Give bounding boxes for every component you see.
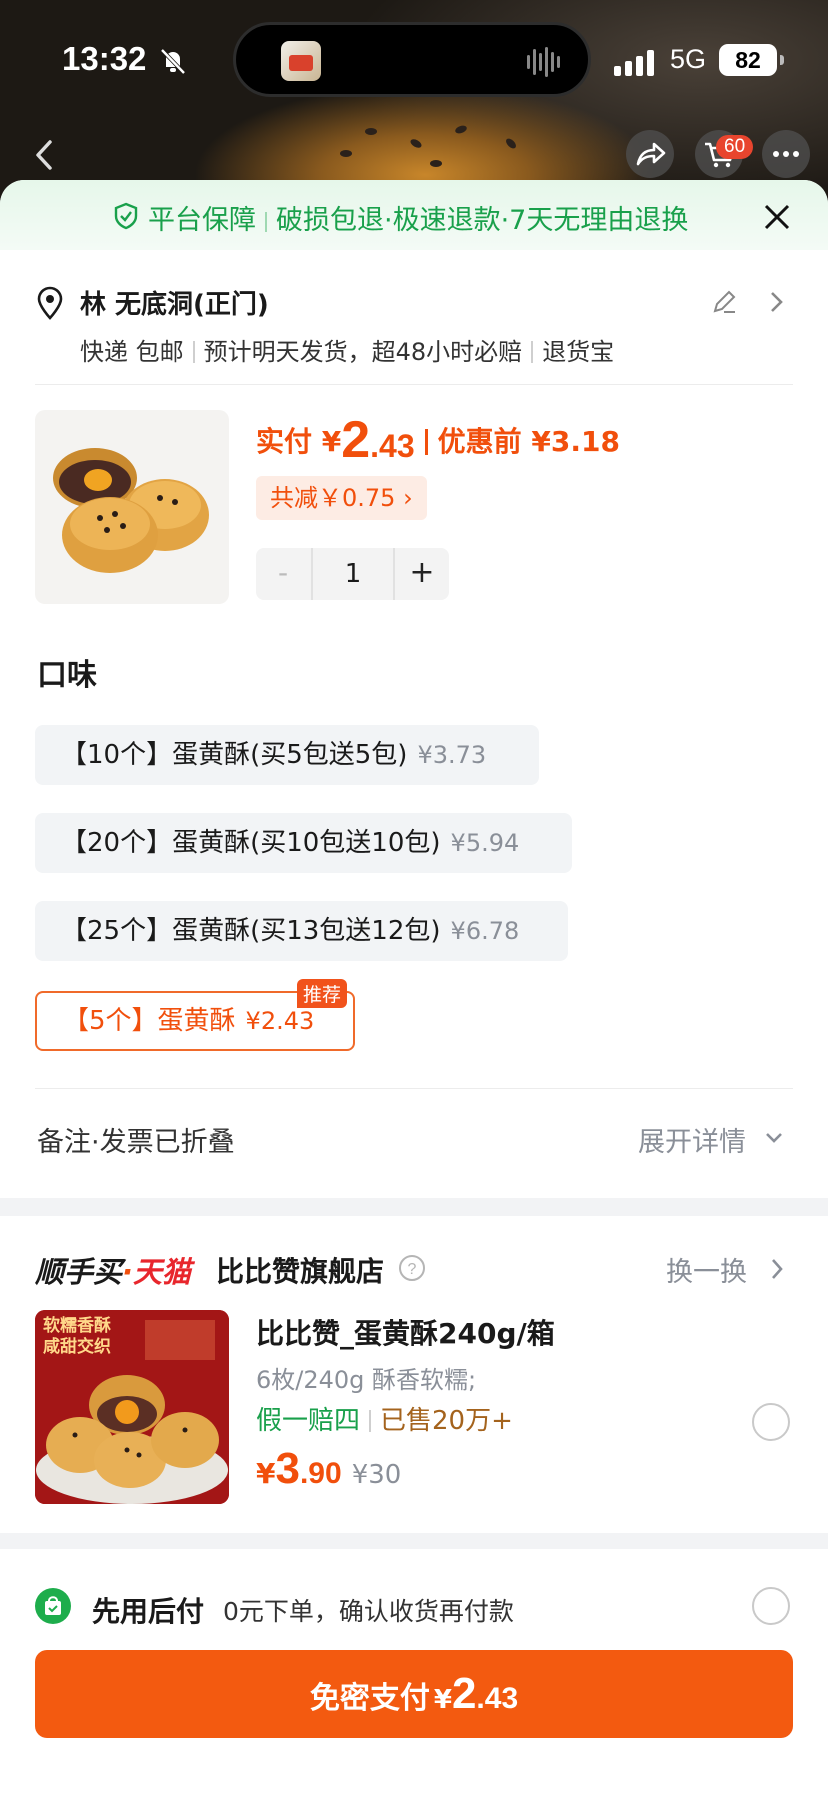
option-name: 【10个】蛋黄酥(买5包送5包) xyxy=(61,740,408,770)
recommended-product-desc: 6枚/240g 酥香软糯; xyxy=(256,1366,477,1394)
price-integer: 2 xyxy=(341,411,371,469)
quantity-value[interactable]: 1 xyxy=(311,548,395,600)
audio-wave-icon xyxy=(527,47,560,77)
location-pin-icon xyxy=(37,286,63,320)
recommended-product-tags: 假一赔四 已售20万+ xyxy=(256,1400,513,1437)
network-label: 5G xyxy=(670,44,707,74)
option-price: ¥5.94 xyxy=(450,829,520,857)
notes-label: 备注·发票已折叠 xyxy=(37,1127,235,1158)
chevron-right-icon[interactable] xyxy=(766,288,786,316)
flavor-title: 口味 xyxy=(37,658,97,693)
section-gap xyxy=(0,1198,828,1216)
shipping-method: 快递 包邮 xyxy=(80,338,184,366)
swap-button[interactable]: 换一换 xyxy=(666,1250,747,1289)
actual-price: 实付 ¥2.43 优惠前 ¥3.18 xyxy=(256,410,620,470)
store-name[interactable]: 比比赞旗舰店 xyxy=(216,1250,384,1290)
price-integer: 3 xyxy=(275,1444,300,1493)
app-thumbnail-icon xyxy=(281,41,321,81)
close-icon[interactable] xyxy=(760,200,794,234)
price-decimal: .90 xyxy=(299,1457,342,1490)
platform-guarantee-banner: 平台保障 破损包退·极速退款·7天无理由退换 xyxy=(0,180,828,250)
cart-count-badge: 60 xyxy=(716,135,754,159)
add-recommended-radio[interactable] xyxy=(752,1403,790,1441)
option-price: ¥3.73 xyxy=(417,741,487,769)
egg-yolk-pastry-image xyxy=(53,448,209,573)
tmall-logo: 天猫 xyxy=(133,1255,192,1289)
option-name: 【5个】蛋黄酥 xyxy=(63,1006,236,1036)
return-insurance: 退货宝 xyxy=(542,338,615,366)
bnpl-title: 先用后付 xyxy=(92,1595,205,1628)
image-tag-line: 软糯香酥 xyxy=(43,1316,111,1336)
recommended-product-price: ¥3.90 ¥30 xyxy=(256,1444,401,1494)
more-dots-icon xyxy=(773,151,799,157)
flavor-option[interactable]: 【25个】蛋黄酥(买13包送12包) ¥6.78 xyxy=(35,901,568,961)
order-sheet: 平台保障 破损包退·极速退款·7天无理由退换 林 无底洞(正门) 快递 包邮 预计明… xyxy=(0,180,828,1800)
share-button[interactable] xyxy=(626,130,674,178)
back-icon[interactable] xyxy=(22,130,66,180)
pay-integer: 2 xyxy=(451,1669,477,1718)
option-price: ¥2.43 xyxy=(245,1007,315,1035)
divider xyxy=(35,384,793,385)
price-yen: ¥ xyxy=(256,1457,276,1490)
recommended-product-title[interactable]: 比比赞_蛋黄酥240g/箱 xyxy=(256,1312,555,1352)
guarantee-text: 平台保障 破损包退·极速退款·7天无理由退换 xyxy=(148,198,688,237)
pay-button[interactable]: 免密支付 ¥2.43 xyxy=(35,1650,793,1738)
bnpl-desc: 0元下单，确认收货再付款 xyxy=(223,1597,514,1626)
sales-count-tag: 已售20万+ xyxy=(380,1406,513,1436)
more-button[interactable] xyxy=(762,130,810,178)
section-gap xyxy=(0,1533,828,1549)
original-price: 优惠前 ¥3.18 xyxy=(437,425,620,458)
bnpl-radio[interactable] xyxy=(752,1587,790,1625)
shipping-info: 快递 包邮 预计明天发货，超48小时必赔 退货宝 xyxy=(80,332,614,367)
product-image xyxy=(35,410,229,604)
shipping-eta: 预计明天发货，超48小时必赔 xyxy=(203,338,523,366)
pay-label: 免密支付 xyxy=(309,1681,430,1716)
bag-check-icon xyxy=(35,1588,71,1624)
increase-button[interactable]: + xyxy=(395,548,449,600)
pay-decimal: .43 xyxy=(476,1682,519,1715)
battery-indicator: 82 xyxy=(719,44,784,76)
expand-details-button[interactable]: 展开详情 xyxy=(638,1120,746,1159)
recommend-badge: 推荐 xyxy=(297,979,348,1008)
chevron-down-icon[interactable] xyxy=(764,1130,784,1146)
signal-icon xyxy=(614,50,654,76)
share-icon xyxy=(636,142,666,166)
image-tag-line: 咸甜交织 xyxy=(43,1337,111,1357)
chevron-right-icon[interactable] xyxy=(768,1256,786,1282)
option-price: ¥6.78 xyxy=(450,917,520,945)
price-decimal: .43 xyxy=(370,428,415,464)
option-name: 【20个】蛋黄酥(买10包送10包) xyxy=(61,828,441,858)
status-bar: 13:32 5G 82 xyxy=(0,0,828,120)
address-name[interactable]: 林 无底洞(正门) xyxy=(80,284,269,321)
svg-text:?: ? xyxy=(408,1261,417,1278)
status-time: 13:32 xyxy=(62,40,147,77)
guarantee-items: 破损包退·极速退款·7天无理由退换 xyxy=(276,205,689,236)
flavor-option[interactable]: 【10个】蛋黄酥(买5包送5包) ¥3.73 xyxy=(35,725,539,785)
option-name: 【25个】蛋黄酥(买13包送12包) xyxy=(61,916,441,946)
quantity-stepper: - 1 + xyxy=(256,548,449,600)
price-label: 实付 ¥ xyxy=(256,425,342,458)
recommended-product-image[interactable]: 软糯香酥 咸甜交织 xyxy=(35,1310,229,1504)
brand-label: 顺手买 xyxy=(35,1255,123,1289)
decrease-button[interactable]: - xyxy=(256,548,310,600)
image-tag: 软糯香酥 咸甜交织 xyxy=(43,1316,111,1358)
divider xyxy=(35,1088,793,1089)
bell-muted-icon xyxy=(160,48,186,75)
dynamic-island xyxy=(233,22,591,97)
guarantee-label: 平台保障 xyxy=(148,205,256,236)
brand-dot: · xyxy=(122,1255,134,1289)
flavor-option[interactable]: 【20个】蛋黄酥(买10包送10包) ¥5.94 xyxy=(35,813,572,873)
help-icon[interactable]: ? xyxy=(398,1254,426,1282)
discount-pill[interactable]: 共减￥0.75 › xyxy=(256,476,427,520)
pay-yen: ¥ xyxy=(433,1685,452,1715)
shield-check-icon xyxy=(114,202,138,230)
old-price: ¥30 xyxy=(351,1460,402,1490)
edit-icon[interactable] xyxy=(710,288,738,316)
authentic-guarantee-tag: 假一赔四 xyxy=(256,1406,361,1436)
shunshoumai-logo: 顺手买·天猫 xyxy=(35,1249,191,1291)
